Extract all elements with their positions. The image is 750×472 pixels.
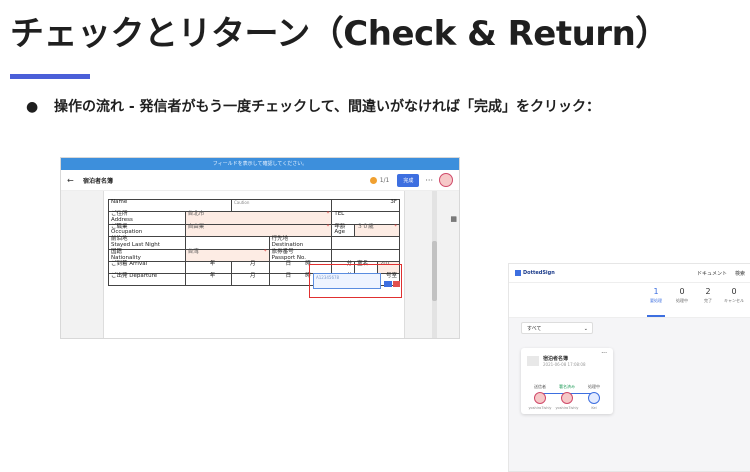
caution-cell: Caution xyxy=(230,199,333,212)
nav-documents[interactable]: ドキュメント xyxy=(697,270,727,277)
delete-field-button[interactable] xyxy=(393,281,400,287)
avatar[interactable] xyxy=(439,173,453,187)
name-label-cell: Name xyxy=(108,199,232,212)
card-title: 宿泊者名簿 xyxy=(543,356,569,362)
avatar xyxy=(588,392,600,404)
passport-cell xyxy=(331,248,400,263)
nationality-label-cell: 国籍 Nationality xyxy=(108,248,186,263)
nationality-field[interactable]: 台湾 * xyxy=(184,248,270,263)
address-label-cell: ご住所 Address xyxy=(108,211,186,225)
age-field[interactable]: ３０歳 * xyxy=(354,223,400,238)
notice-bar: フィールドを表示して確認してください。 xyxy=(61,158,459,170)
chevron-down-icon: ⌄ xyxy=(583,326,588,332)
top-nav: ドキュメント 検索 xyxy=(697,270,745,277)
prev-stay-label-cell: 前泊地 Stayed Last Night xyxy=(108,236,186,250)
workflow-step: 送信者 yoshiro7ishiy xyxy=(528,384,552,410)
page-indicator-text: 1/1 xyxy=(379,176,390,184)
departure-label-cell: ご出発 Departure xyxy=(108,273,186,287)
nav-search[interactable]: 検索 xyxy=(735,270,745,277)
logo-icon xyxy=(515,270,521,276)
document-card[interactable]: 宿泊者名簿 2021-06-08 17:08:08 ··· 送信者 yoshir… xyxy=(521,348,613,414)
tab-action-required[interactable]: 1 要処理 xyxy=(643,283,669,317)
filter-select[interactable]: すべて ⌄ xyxy=(521,322,593,334)
page-indicator: 1/1 xyxy=(369,176,390,184)
destination-label-cell: 行先地 Destination xyxy=(268,236,333,250)
title-underline xyxy=(10,74,90,79)
departure-month: 月 xyxy=(230,273,270,287)
workflow-step: 署名済み yoshiro7ishiy xyxy=(555,384,579,410)
back-arrow-icon[interactable]: ← xyxy=(67,176,77,185)
more-icon[interactable]: ··· xyxy=(425,176,433,185)
age-label-cell: 年齢 Age xyxy=(331,223,356,238)
document-header: ← 宿泊者名簿 1/1 完成 ··· xyxy=(61,170,459,191)
card-date: 2021-06-08 17:08:08 xyxy=(543,362,586,367)
logo: DottedSign xyxy=(515,270,555,276)
scrollbar-thumb[interactable] xyxy=(432,241,437,301)
status-tabs: 1 要処理 0 処理中 2 完了 0 キャンセル xyxy=(509,283,750,318)
dashboard-screenshot: DottedSign ドキュメント 検索 1 要処理 0 処理中 2 完了 0 キャンセ… xyxy=(508,263,750,472)
bullet-icon: ● xyxy=(26,99,39,115)
tab-completed[interactable]: 2 完了 xyxy=(695,283,721,317)
grid-icon[interactable]: ▦ xyxy=(450,215,457,223)
occupation-label-cell: ご職業 Occupation xyxy=(108,223,186,238)
departure-year: 年 xyxy=(184,273,232,287)
tel-cell: TEL xyxy=(331,211,400,225)
top-bar: DottedSign ドキュメント 検索 xyxy=(509,264,750,283)
tab-in-progress[interactable]: 0 処理中 xyxy=(669,283,695,317)
confirm-field-button[interactable] xyxy=(384,281,392,287)
done-button[interactable]: 完成 xyxy=(397,173,420,187)
document-viewer: Name Caution 3F ご住所 Address 台北市 * TEL ご職業 O… xyxy=(61,191,459,338)
slide-title: チェックとリターン（Check & Return） xyxy=(10,14,669,54)
more-icon[interactable]: ··· xyxy=(601,350,607,357)
bullet-item: ● 操作の流れ - 発信者がもう一度チェックして、間違いがなければ「完成」をクリッ… xyxy=(26,96,600,116)
destination-field[interactable] xyxy=(331,236,400,250)
bullet-text: 操作の流れ - 発信者がもう一度チェックして、間違いがなければ「完成」をクリック… xyxy=(54,99,601,115)
avatar xyxy=(561,392,573,404)
address-field[interactable]: 台北市 * xyxy=(184,211,333,225)
page-dot-icon xyxy=(369,176,377,184)
occupation-field[interactable]: 自由業 * xyxy=(184,223,333,238)
floor-cell: 3F xyxy=(331,199,400,212)
document-thumbnail xyxy=(527,356,539,366)
prev-stay-field[interactable] xyxy=(184,236,270,250)
avatar xyxy=(534,392,546,404)
tab-cancelled[interactable]: 0 キャンセル xyxy=(721,283,747,317)
document-name: 宿泊者名簿 xyxy=(83,177,114,185)
signing-screenshot: フィールドを表示して確認してください。 ← 宿泊者名簿 1/1 完成 ··· N… xyxy=(60,157,460,339)
passport-input[interactable]: A12345678 xyxy=(313,273,381,289)
workflow-step: 処理中 Kei xyxy=(588,384,600,410)
passport-label-cell: 旅券番号 Passport No. xyxy=(268,248,333,263)
